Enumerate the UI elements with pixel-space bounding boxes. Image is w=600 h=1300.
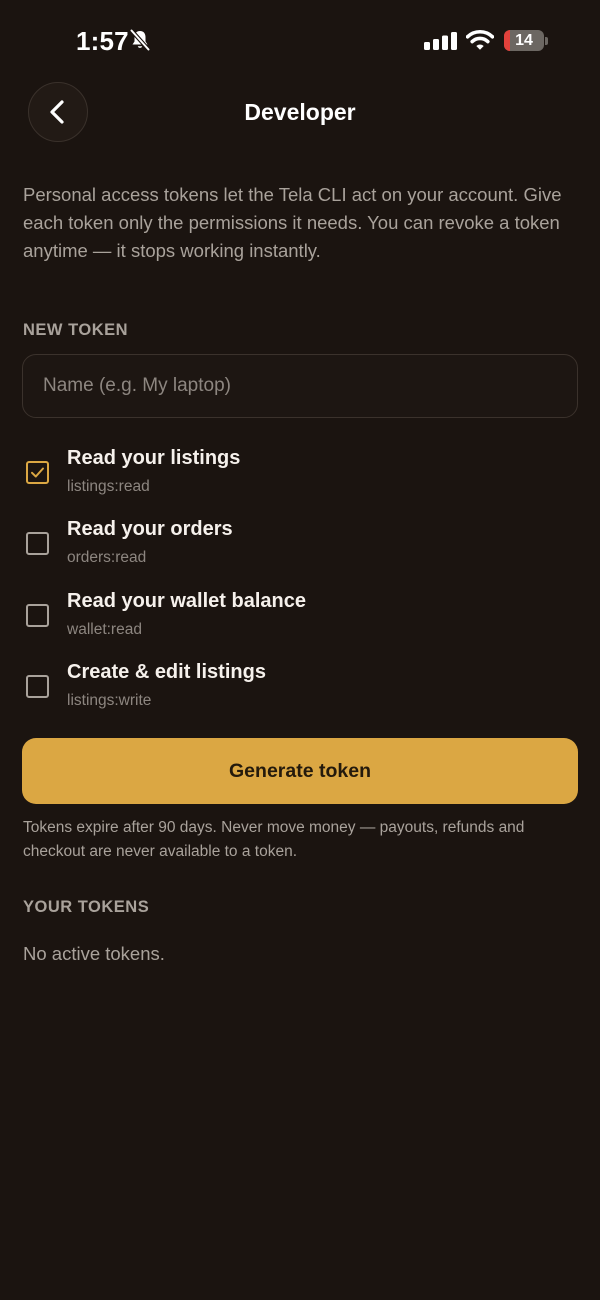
permission-title: Create & edit listings — [67, 661, 266, 683]
bell-slash-icon — [129, 28, 151, 52]
permission-title: Read your listings — [67, 447, 241, 469]
generate-token-button[interactable]: Generate token — [22, 738, 578, 804]
signal-icon — [424, 32, 457, 50]
permission-scope: listings:read — [67, 478, 150, 495]
permission-title: Read your orders — [67, 518, 233, 540]
wifi-icon — [466, 29, 494, 50]
permission-scope: orders:read — [67, 549, 147, 566]
intro-text: Personal access tokens let the Tela CLI … — [23, 184, 562, 261]
checkbox[interactable] — [26, 675, 49, 698]
permission-orders-read[interactable]: Read your orders orders:read — [22, 518, 578, 576]
battery-cap — [545, 37, 548, 45]
status-time: 1:57 — [76, 26, 129, 56]
permission-scope: wallet:read — [67, 621, 142, 638]
your-tokens-heading: YOUR TOKENS — [23, 898, 150, 916]
permission-listings-write[interactable]: Create & edit listings listings:write — [22, 661, 578, 719]
permission-scope: listings:write — [67, 692, 152, 709]
expiry-note: Tokens expire after 90 days. Never move … — [23, 819, 525, 860]
checkbox[interactable] — [26, 604, 49, 627]
checkmark-icon — [31, 467, 44, 478]
battery-icon: 14 — [504, 30, 544, 51]
permission-wallet-read[interactable]: Read your wallet balance wallet:read — [22, 590, 578, 648]
checkbox[interactable] — [26, 461, 49, 484]
status-bar: 1:57 14 — [0, 0, 600, 80]
token-name-input[interactable] — [22, 354, 578, 418]
new-token-heading: NEW TOKEN — [23, 321, 129, 339]
permission-listings-read[interactable]: Read your listings listings:read — [22, 447, 578, 505]
battery-level: 14 — [515, 32, 533, 49]
checkbox[interactable] — [26, 532, 49, 555]
empty-tokens-text: No active tokens. — [23, 943, 165, 964]
page-title: Developer — [244, 99, 356, 125]
permission-title: Read your wallet balance — [67, 590, 306, 612]
